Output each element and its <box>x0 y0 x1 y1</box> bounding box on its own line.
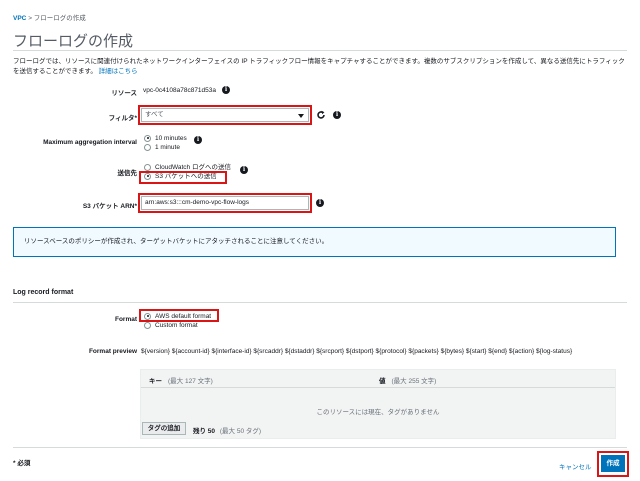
tags-value-header: 値 (最大 255 文字) <box>379 375 436 385</box>
radio-button[interactable] <box>144 321 151 329</box>
breadcrumb-separator: > <box>28 15 32 22</box>
info-icon[interactable]: i <box>333 111 341 119</box>
aggregation-option-10min[interactable]: 10 minutes <box>144 134 187 143</box>
resource-value: vpc-0c4108a78c871d53a <box>143 87 217 94</box>
policy-notice: リソースベースのポリシーが作成され、ターゲットバケットにアタッチされることに注意… <box>13 227 616 257</box>
page-description: フローログでは、リソースに関連付けられたネットワークインターフェイスの IP ト… <box>13 57 625 77</box>
log-record-format-heading: Log record format <box>13 289 74 296</box>
info-icon[interactable]: i <box>194 136 202 144</box>
s3-arn-input[interactable]: arn:aws:s3:::cm-demo-vpc-flow-logs <box>141 196 309 210</box>
filter-select[interactable]: すべて <box>141 108 309 122</box>
tags-remaining-limit: (最大 50 タグ) <box>219 428 262 435</box>
format-preview-value: ${version} ${account-id} ${interface-id}… <box>141 348 573 355</box>
learn-more-link[interactable]: 詳細はこちら <box>99 68 138 75</box>
breadcrumb-current: フローログの作成 <box>33 15 86 22</box>
footer-divider <box>13 447 627 448</box>
required-note: * 必須 <box>13 460 31 467</box>
tags-header-row: キー (最大 127 文字) 値 (最大 255 文字) <box>141 370 615 388</box>
tags-remaining-count: 残り 50 <box>193 428 216 435</box>
format-preview-label: Format preview <box>88 348 137 355</box>
info-icon[interactable]: i <box>240 166 248 174</box>
s3-arn-label: S3 バケット ARN* <box>82 203 137 210</box>
add-tag-button[interactable]: タグの追加 <box>142 422 186 435</box>
format-option-custom[interactable]: Custom format <box>144 321 211 330</box>
option-label: 1 minute <box>155 144 180 151</box>
page-title: フローログの作成 <box>13 33 134 50</box>
aggregation-label: Maximum aggregation interval <box>43 139 137 146</box>
radio-button[interactable] <box>144 134 151 142</box>
destination-label: 送信先 <box>117 170 138 177</box>
radio-button[interactable] <box>144 143 151 151</box>
refresh-icon[interactable] <box>316 110 326 120</box>
aggregation-radio-group: 10 minutes 1 minute <box>144 134 187 152</box>
format-label: Format <box>114 316 137 323</box>
tags-empty-message: このリソースには現在、タグがありません <box>316 409 440 416</box>
option-label: CloudWatch ログへの送信 <box>155 164 231 171</box>
chevron-down-icon <box>298 114 304 118</box>
option-label: Custom format <box>155 322 198 329</box>
breadcrumb: VPC > フローログの作成 <box>13 12 86 22</box>
info-icon[interactable]: i <box>316 199 324 207</box>
tags-remaining: 残り 50 (最大 50 タグ) <box>193 425 261 435</box>
info-icon[interactable]: i <box>222 86 230 94</box>
format-highlight <box>139 309 219 322</box>
create-button[interactable]: 作成 <box>601 455 625 472</box>
filter-selected-value: すべて <box>145 111 164 118</box>
filter-label: フィルタ* <box>108 115 137 122</box>
option-label: 10 minutes <box>155 135 187 142</box>
cancel-link[interactable]: キャンセル <box>559 461 592 471</box>
radio-button[interactable] <box>144 163 151 171</box>
resource-label: リソース <box>111 90 137 97</box>
title-divider <box>13 50 627 51</box>
key-header-label: キー <box>149 378 162 385</box>
value-limit: (最大 255 文字) <box>391 378 437 385</box>
value-header-label: 値 <box>379 378 386 385</box>
section-divider <box>13 302 627 303</box>
tags-key-header: キー (最大 127 文字) <box>149 375 213 385</box>
breadcrumb-vpc-link[interactable]: VPC <box>13 15 26 22</box>
aggregation-option-1min[interactable]: 1 minute <box>144 143 187 152</box>
destination-highlight <box>139 171 227 184</box>
key-limit: (最大 127 文字) <box>168 378 213 385</box>
